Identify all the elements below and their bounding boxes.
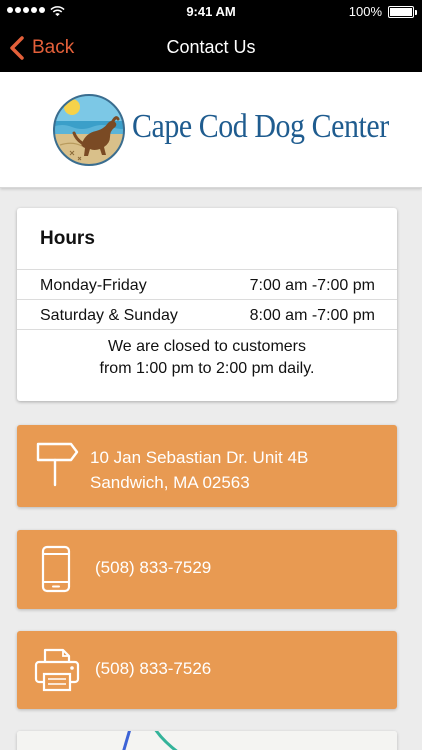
hours-note-line-2: from 1:00 pm to 2:00 pm daily. (99, 360, 315, 377)
hours-title: Hours (40, 228, 95, 249)
logo-header: Cape Cod Dog Center (0, 72, 422, 188)
address-card[interactable]: 10 Jan Sebastian Dr. Unit 4B Sandwich, M… (17, 425, 397, 507)
hours-day: Monday-Friday (40, 277, 147, 294)
logo-text: Cape Cod Dog Center (132, 108, 389, 145)
status-bar: 9:41 AM 100% (0, 0, 422, 24)
phone-number: (508) 833-7529 (95, 558, 212, 577)
hours-time: 7:00 am -7:00 pm (249, 277, 375, 294)
hours-time: 8:00 am -7:00 pm (249, 307, 375, 324)
address-text: 10 Jan Sebastian Dr. Unit 4B Sandwich, M… (90, 445, 308, 495)
address-line-2: Sandwich, MA 02563 (90, 473, 250, 492)
address-line-1: 10 Jan Sebastian Dr. Unit 4B (90, 448, 309, 467)
map-preview (17, 731, 397, 750)
phone-icon (41, 545, 71, 593)
phone-card[interactable]: (508) 833-7529 (17, 530, 397, 609)
hours-row: Saturday & Sunday 8:00 am -7:00 pm (17, 299, 397, 329)
battery-percent: 100% (348, 4, 382, 19)
dog-beach-logo-icon (53, 94, 125, 166)
map-card[interactable] (17, 731, 397, 750)
battery-icon (388, 6, 417, 18)
signpost-icon (36, 442, 79, 487)
hours-card: Hours Monday-Friday 7:00 am -7:00 pm Sat… (17, 208, 397, 401)
hours-day: Saturday & Sunday (40, 307, 178, 324)
nav-bar: Back Contact Us (0, 24, 422, 72)
fax-card[interactable]: (508) 833-7526 (17, 631, 397, 709)
hours-note: We are closed to customers from 1:00 pm … (17, 329, 397, 380)
hours-note-line-1: We are closed to customers (107, 338, 306, 355)
fax-number: (508) 833-7526 (95, 659, 212, 678)
hours-row: Monday-Friday 7:00 am -7:00 pm (17, 269, 397, 299)
fax-icon (34, 648, 80, 692)
page-title: Contact Us (166, 37, 256, 57)
